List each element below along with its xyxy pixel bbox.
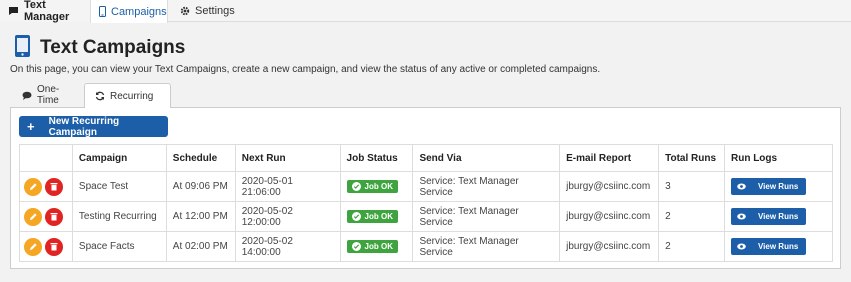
column-header-email-report: E-mail Report [559,144,660,172]
table-row: Space Test At 09:06 PM 2020-05-01 21:06:… [19,171,834,202]
column-header-campaign: Campaign [71,144,167,172]
row-actions [19,201,73,232]
nav-tab-campaigns[interactable]: Campaigns [90,0,168,23]
status-badge-label: Job OK [364,242,393,251]
column-header-send-via: Send Via [412,144,561,172]
nav-brand[interactable]: Text Manager [0,0,90,23]
run-logs-cell: View Runs [723,171,834,202]
campaign-send-via: Service: Text Manager Service [412,171,561,202]
recurring-panel: + New Recurring Campaign Campaign Schedu… [10,107,841,269]
gear-icon [180,6,190,16]
view-runs-button[interactable]: View Runs [730,238,806,255]
campaign-next-run: 2020-05-01 21:06:00 [234,171,341,202]
campaign-schedule: At 09:06 PM [165,171,236,202]
top-nav: Text Manager Campaigns Settings [0,0,851,23]
eye-icon [737,183,746,190]
view-runs-label: View Runs [757,212,799,221]
status-badge-label: Job OK [364,212,393,221]
campaign-next-run: 2020-05-02 14:00:00 [234,231,341,262]
eye-icon [737,213,746,220]
page-description: On this page, you can view your Text Cam… [10,64,601,75]
row-actions [19,231,73,262]
campaign-total-runs: 3 [658,171,725,202]
nav-brand-label: Text Manager [24,0,70,23]
row-actions [19,171,73,202]
status-badge-label: Job OK [364,182,393,191]
campaign-name: Space Facts [71,231,167,262]
phone-icon [99,6,106,17]
table-header-row: Campaign Schedule Next Run Job Status Se… [19,144,834,172]
campaign-total-runs: 2 [658,231,725,262]
page-title: Text Campaigns [40,36,186,58]
pencil-icon[interactable] [24,237,42,256]
campaign-schedule: At 02:00 PM [165,231,236,262]
column-header-schedule: Schedule [165,144,236,172]
check-circle-icon [351,212,361,221]
campaign-email-report: jburgy@csiinc.com [559,201,660,232]
campaign-send-via: Service: Text Manager Service [412,231,561,262]
chat-bubble-icon [8,6,19,16]
table-row: Testing Recurring At 12:00 PM 2020-05-02… [19,201,834,232]
view-runs-button[interactable]: View Runs [730,178,806,195]
column-header-run-logs: Run Logs [723,144,834,172]
column-header-next-run: Next Run [234,144,341,172]
nav-tab-campaigns-label: Campaigns [111,5,167,18]
view-runs-button[interactable]: View Runs [730,208,806,225]
campaign-next-run: 2020-05-02 12:00:00 [234,201,341,232]
tab-one-time-label: One-Time [37,84,60,106]
campaign-name: Space Test [71,171,167,202]
view-runs-label: View Runs [757,242,799,251]
campaign-name: Testing Recurring [71,201,167,232]
new-recurring-campaign-button[interactable]: + New Recurring Campaign [19,115,168,138]
pencil-icon[interactable] [24,207,42,226]
new-recurring-campaign-label: New Recurring Campaign [48,115,120,138]
status-badge: Job OK [346,180,398,193]
eye-icon [737,243,746,250]
pencil-icon[interactable] [24,177,42,196]
plus-icon: + [27,119,35,134]
trash-icon[interactable] [45,237,63,256]
campaign-email-report: jburgy@csiinc.com [559,171,660,202]
campaign-email-report: jburgy@csiinc.com [559,231,660,262]
job-status-cell: Job OK [339,231,414,262]
view-runs-label: View Runs [757,182,799,191]
tab-one-time[interactable]: One-Time [12,83,88,107]
table-row: Space Facts At 02:00 PM 2020-05-02 14:00… [19,231,834,262]
column-header-job-status: Job Status [339,144,414,172]
run-logs-cell: View Runs [723,201,834,232]
nav-tab-settings-label: Settings [195,5,235,17]
campaigns-table: Campaign Schedule Next Run Job Status Se… [19,144,834,262]
campaign-send-via: Service: Text Manager Service [412,201,561,232]
refresh-icon [95,91,105,101]
tab-recurring-label: Recurring [110,90,154,102]
tab-recurring[interactable]: Recurring [84,83,171,108]
job-status-cell: Job OK [339,171,414,202]
campaign-schedule: At 12:00 PM [165,201,236,232]
comment-icon [22,91,32,100]
check-circle-icon [351,182,361,191]
status-badge: Job OK [346,210,398,223]
column-header-total-runs: Total Runs [658,144,725,172]
job-status-cell: Job OK [339,201,414,232]
status-badge: Job OK [346,240,398,253]
page-header: Text Campaigns [14,34,185,61]
trash-icon[interactable] [45,177,63,196]
trash-icon[interactable] [45,207,63,226]
nav-tab-settings[interactable]: Settings [172,0,242,22]
run-logs-cell: View Runs [723,231,834,262]
campaign-total-runs: 2 [658,201,725,232]
mobile-phone-icon [14,34,31,61]
column-header-actions [19,144,73,172]
check-circle-icon [351,242,361,251]
